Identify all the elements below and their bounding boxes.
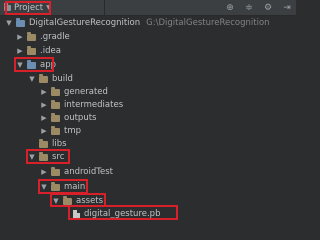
tree-item-label: assets [76, 196, 104, 206]
tree-item-intermediates[interactable]: ▶ intermediates [40, 98, 123, 112]
tree-item-build[interactable]: ▼ build [28, 72, 73, 86]
module-folder-icon [27, 59, 36, 69]
file-icon [73, 209, 80, 219]
project-path: G:\DigitalGestureRecognition [146, 18, 270, 28]
collapse-arrow-icon[interactable]: ▶ [40, 127, 48, 135]
folder-icon [27, 31, 36, 41]
project-toolbar: Project ▼ ⊕ ≑ ⚙ ⇥ [0, 0, 296, 16]
tree-item-idea[interactable]: ▶ .idea [16, 44, 61, 58]
tree-item-root[interactable]: ▼ DigitalGestureRecognition G:\DigitalGe… [5, 16, 270, 30]
collapse-arrow-icon[interactable]: ▶ [40, 88, 48, 96]
folder-icon [51, 86, 60, 96]
folder-icon [39, 138, 48, 148]
expand-arrow-icon[interactable]: ▼ [40, 183, 48, 191]
folder-icon [51, 166, 60, 176]
tree-item-label: .gradle [40, 32, 70, 42]
collapse-arrow-icon[interactable]: ▶ [40, 168, 48, 176]
expand-arrow-icon[interactable]: ▼ [28, 75, 36, 83]
folder-icon [63, 195, 72, 205]
tree-item-label: libs [52, 139, 67, 149]
expand-arrow-icon[interactable]: ▼ [16, 61, 24, 69]
tree-item-label: tmp [64, 126, 82, 136]
tree-item-androidtest[interactable]: ▶ androidTest [40, 165, 113, 179]
folder-icon [39, 151, 48, 161]
tree-item-tmp[interactable]: ▶ tmp [40, 124, 81, 138]
tree-item-model-file[interactable]: digital_gesture.pb [70, 207, 160, 221]
tree-item-libs[interactable]: libs [28, 137, 67, 151]
tree-item-app[interactable]: ▼ app [16, 58, 56, 72]
expand-arrow-icon [28, 140, 36, 148]
tree-item-assets[interactable]: ▼ assets [52, 194, 103, 208]
collapse-arrow-icon[interactable]: ▶ [40, 101, 48, 109]
tree-item-label: digital_gesture.pb [84, 209, 161, 219]
hide-icon[interactable]: ⇥ [282, 3, 292, 13]
project-label: Project [14, 2, 44, 13]
tree-item-label: main [64, 182, 86, 192]
folder-icon [27, 45, 36, 55]
tree-item-label: src [52, 152, 65, 162]
tree-item-gradle[interactable]: ▶ .gradle [16, 30, 70, 44]
tree-item-label: generated [64, 87, 108, 97]
project-icon [4, 2, 11, 11]
expand-arrow-icon[interactable]: ▼ [5, 19, 13, 27]
collapse-arrow-icon[interactable]: ▶ [16, 33, 24, 41]
tree-item-label: app [40, 60, 56, 70]
folder-icon [51, 99, 60, 109]
tree-item-label: build [52, 74, 73, 84]
tree-item-label: .idea [40, 46, 61, 56]
folder-icon [39, 73, 48, 83]
folder-icon [51, 181, 60, 191]
project-view-selector[interactable]: Project ▼ [4, 2, 51, 13]
tree-item-label: intermediates [64, 100, 124, 110]
globe-icon[interactable]: ⊕ [225, 3, 235, 13]
gear-icon[interactable]: ⚙ [263, 3, 273, 13]
folder-icon [51, 125, 60, 135]
chevron-down-icon: ▼ [46, 4, 51, 11]
tree-item-outputs[interactable]: ▶ outputs [40, 111, 96, 125]
module-folder-icon [16, 17, 25, 27]
tree-item-generated[interactable]: ▶ generated [40, 85, 108, 99]
folder-icon [51, 112, 60, 122]
tree-item-label: DigitalGestureRecognition [29, 18, 141, 28]
expand-arrow-icon[interactable]: ▼ [52, 197, 60, 205]
tree-item-src[interactable]: ▼ src [28, 150, 64, 164]
tree-item-label: androidTest [64, 167, 113, 177]
expand-arrow-icon[interactable]: ▼ [28, 153, 36, 161]
tree-item-label: outputs [64, 113, 97, 123]
split-icon[interactable]: ≑ [244, 3, 254, 13]
tree-item-main[interactable]: ▼ main [40, 180, 85, 194]
collapse-arrow-icon[interactable]: ▶ [40, 114, 48, 122]
collapse-arrow-icon[interactable]: ▶ [16, 47, 24, 55]
